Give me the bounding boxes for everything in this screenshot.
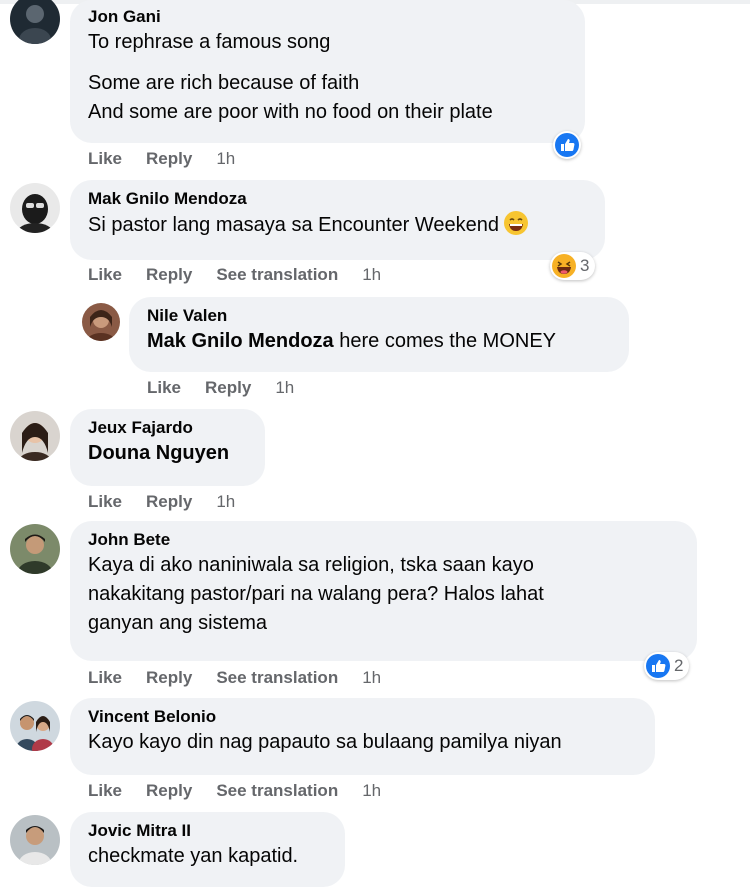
avatar[interactable] — [10, 0, 60, 44]
commenter-name[interactable]: Mak Gnilo Mendoza — [88, 188, 587, 210]
comment-bubble: John Bete Kaya di ako naniniwala sa reli… — [70, 521, 697, 661]
comment-actions: Like Reply See translation 1h — [88, 668, 405, 688]
comment-text: nakakitang pastor/pari na walang pera? H… — [88, 583, 544, 605]
commenter-name[interactable]: Nile Valen — [147, 305, 611, 327]
comment-text: Kaya di ako naniniwala sa religion, tska… — [88, 554, 534, 576]
avatar[interactable] — [10, 411, 60, 461]
comment-text-row: Si pastor lang masaya sa Encounter Weeke… — [88, 210, 587, 240]
mention-link[interactable]: Mak Gnilo Mendoza — [147, 330, 334, 352]
comment-bubble: Jovic Mitra II checkmate yan kapatid. — [70, 812, 345, 887]
avatar-image — [10, 0, 60, 44]
reply-button[interactable]: Reply — [146, 668, 192, 688]
reply-bubble: Nile Valen Mak Gnilo Mendoza here comes … — [129, 297, 629, 372]
avatar-image — [10, 411, 60, 461]
reaction-summary[interactable]: 3 — [550, 252, 596, 280]
like-button[interactable]: Like — [88, 668, 122, 688]
reply-button[interactable]: Reply — [146, 265, 192, 285]
reaction-count: 3 — [580, 256, 590, 275]
commenter-name[interactable]: John Bete — [88, 529, 679, 551]
comment-actions: Like Reply See translation 1h — [88, 265, 405, 285]
commenter-name[interactable]: Jeux Fajardo — [88, 417, 247, 439]
timestamp[interactable]: 1h — [362, 668, 381, 688]
comment-bubble: Jeux Fajardo Douna Nguyen — [70, 409, 265, 486]
comment-actions: Like Reply 1h — [147, 378, 318, 398]
like-button[interactable]: Like — [88, 781, 122, 801]
commenter-name[interactable]: Vincent Belonio — [88, 706, 637, 728]
see-translation-link[interactable]: See translation — [216, 781, 338, 801]
reply-button[interactable]: Reply — [146, 149, 192, 169]
comment-bubble: Vincent Belonio Kayo kayo din nag papaut… — [70, 698, 655, 775]
timestamp[interactable]: 1h — [216, 492, 235, 512]
like-button[interactable]: Like — [88, 149, 122, 169]
reaction-summary[interactable] — [553, 131, 581, 159]
avatar-image — [10, 815, 60, 865]
timestamp[interactable]: 1h — [275, 378, 294, 398]
comment-text: checkmate yan kapatid. — [88, 845, 299, 867]
like-reaction-icon — [646, 654, 670, 678]
reaction-summary[interactable]: 2 — [644, 652, 690, 680]
reply-button[interactable]: Reply — [205, 378, 251, 398]
commenter-name[interactable]: Jovic Mitra II — [88, 820, 327, 842]
grinning-face-icon — [503, 211, 528, 235]
comment-actions: Like Reply See translation 1h — [88, 781, 405, 801]
like-reaction-icon — [555, 133, 579, 157]
haha-reaction-icon — [552, 254, 576, 278]
like-button[interactable]: Like — [147, 378, 181, 398]
avatar-image — [10, 524, 60, 574]
commenter-name[interactable]: Jon Gani — [88, 6, 567, 28]
timestamp[interactable]: 1h — [362, 781, 381, 801]
avatar-image — [82, 303, 120, 341]
mention-link[interactable]: Douna Nguyen — [88, 439, 247, 468]
comment-text: Si pastor lang masaya sa Encounter Weeke… — [88, 214, 499, 236]
comment-text: here comes the MONEY — [339, 330, 556, 352]
avatar-image — [10, 183, 60, 233]
avatar[interactable] — [10, 815, 60, 865]
comment-bubble: Jon Gani To rephrase a famous song Some … — [70, 0, 585, 143]
timestamp[interactable]: 1h — [362, 265, 381, 285]
comment-actions: Like Reply 1h — [88, 492, 259, 512]
comment-text: Kayo kayo din nag papauto sa bulaang pam… — [88, 731, 562, 753]
comment-text: To rephrase a famous song — [88, 31, 331, 53]
comment-actions: Like Reply 1h — [88, 149, 259, 169]
like-button[interactable]: Like — [88, 492, 122, 512]
comment-text: And some are poor with no food on their … — [88, 101, 493, 123]
avatar[interactable] — [10, 524, 60, 574]
see-translation-link[interactable]: See translation — [216, 668, 338, 688]
reply-text-row: Mak Gnilo Mendoza here comes the MONEY — [147, 327, 611, 356]
see-translation-link[interactable]: See translation — [216, 265, 338, 285]
avatar[interactable] — [10, 183, 60, 233]
comment-text: Some are rich because of faith — [88, 72, 360, 94]
reaction-count: 2 — [674, 656, 684, 675]
comment-bubble: Mak Gnilo Mendoza Si pastor lang masaya … — [70, 180, 605, 260]
timestamp[interactable]: 1h — [216, 149, 235, 169]
avatar[interactable] — [10, 701, 60, 751]
avatar[interactable] — [82, 303, 120, 341]
reply-button[interactable]: Reply — [146, 492, 192, 512]
comment-text: ganyan ang sistema — [88, 612, 268, 634]
reply-button[interactable]: Reply — [146, 781, 192, 801]
like-button[interactable]: Like — [88, 265, 122, 285]
avatar-image — [10, 701, 60, 751]
